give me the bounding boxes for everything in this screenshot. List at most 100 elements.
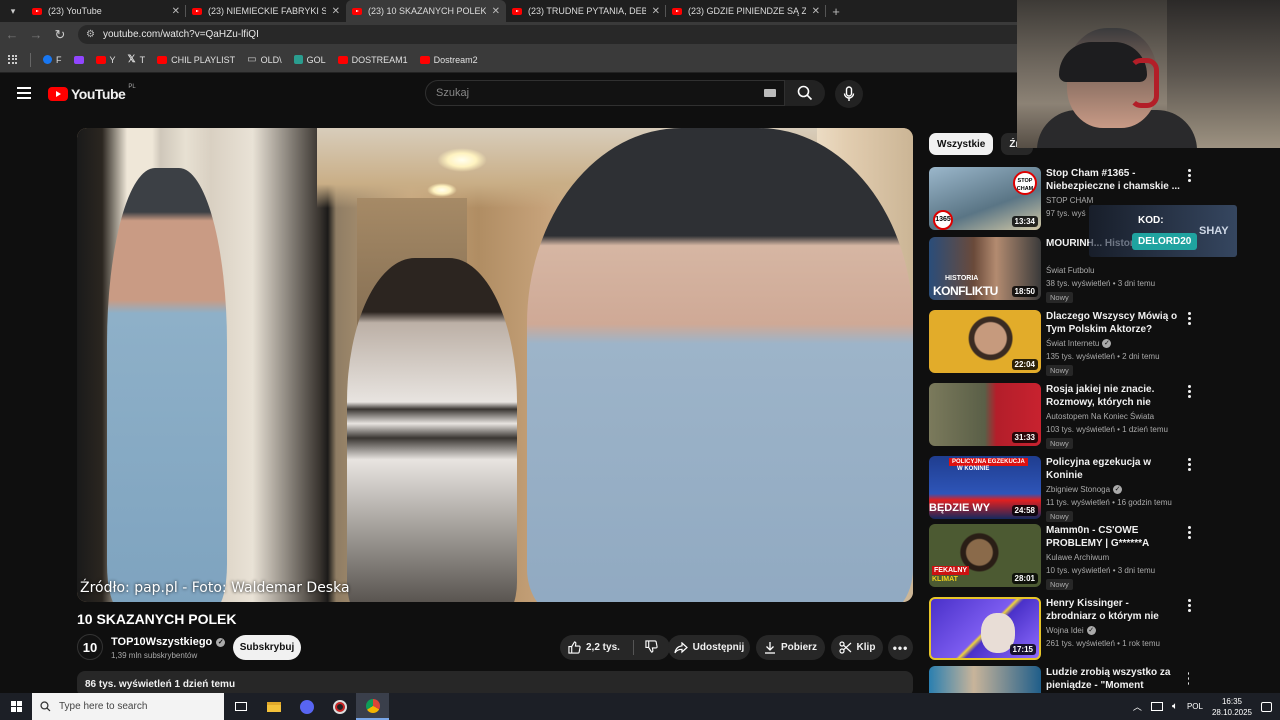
video-thumbnail[interactable] (929, 666, 1041, 693)
video-thumbnail[interactable]: 17:15 (929, 597, 1041, 660)
like-dislike-group: 2,2 tys. (560, 635, 670, 660)
recommended-channel[interactable]: STOP CHAM (1046, 196, 1093, 205)
recommended-title[interactable]: Mamm0n - CS'OWE PROBLEMY | G******A GIER… (1046, 524, 1181, 550)
bookmark-dostream1[interactable]: DOSTREAM1 (337, 55, 408, 65)
video-thumbnail[interactable]: POLICYJNA EGZEKUCJA W KONINIE BĘDZIE WY … (929, 456, 1041, 519)
recommended-video[interactable]: 31:33 Rosja jakiej nie znacie. Rozmowy, … (929, 383, 1191, 449)
more-vertical-icon[interactable] (1187, 169, 1191, 184)
share-button[interactable]: Udostępnij (668, 635, 750, 660)
notifications-icon[interactable] (1261, 701, 1272, 712)
close-tab-icon[interactable]: ✕ (812, 6, 820, 17)
site-settings-icon[interactable]: ⚙ (86, 29, 95, 40)
more-vertical-icon[interactable] (1187, 458, 1191, 473)
forward-arrow-icon[interactable]: → (24, 27, 48, 42)
channel-avatar[interactable]: 10 (77, 634, 103, 660)
chip-all[interactable]: Wszystkie (929, 133, 994, 155)
download-button[interactable]: Pobierz (756, 635, 825, 660)
download-icon (764, 642, 775, 654)
recommended-title[interactable]: Stop Cham #1365 - Niebezpieczne i chamsk… (1046, 167, 1181, 193)
clip-button[interactable]: Klip (831, 635, 883, 660)
network-icon[interactable] (1150, 702, 1163, 711)
video-thumbnail[interactable]: 1365 STOP CHAM 13:34 (929, 167, 1041, 230)
search-input[interactable]: Szukaj (425, 80, 785, 106)
file-explorer-icon[interactable] (257, 693, 290, 720)
back-arrow-icon[interactable]: ← (0, 27, 24, 42)
sponsor-logo: SHAY (1199, 225, 1229, 237)
recommended-channel[interactable]: Świat Futbolu (1046, 266, 1094, 275)
browser-tab-active[interactable]: (23) 10 SKAZANYCH POLEK - Yo ✕ (346, 0, 506, 22)
more-vertical-icon[interactable] (1187, 672, 1189, 687)
bookmark-twitch[interactable] (73, 55, 84, 64)
video-thumbnail[interactable]: 22:04 (929, 310, 1041, 373)
more-actions-button[interactable]: ••• (888, 635, 913, 660)
tab-search-icon[interactable]: ▾ (0, 0, 26, 22)
discord-icon[interactable] (290, 693, 323, 720)
new-badge: Nowy (1046, 365, 1073, 376)
recommended-title[interactable]: Policyjna egzekucja w Koninie (1046, 456, 1181, 482)
browser-tab[interactable]: (23) GDZIE PINIENDZE SĄ ZA L ✕ (666, 0, 826, 22)
verified-check-icon: ✓ (1102, 339, 1112, 348)
like-button[interactable]: 2,2 tys. (568, 641, 620, 654)
channel-name[interactable]: TOP10Wszystkiego ✓ (111, 636, 226, 648)
youtube-logo[interactable]: YouTube PL (48, 84, 136, 102)
volume-icon[interactable]: 🔈︎ (1172, 701, 1178, 712)
browser-tab[interactable]: (23) YouTube ✕ (26, 0, 186, 22)
recommended-video[interactable]: Ludzie zrobią wszystko za pieniądze - "M… (929, 666, 1189, 693)
recommended-channel[interactable]: Wojna Idei ✓ (1046, 626, 1096, 635)
close-tab-icon[interactable]: ✕ (652, 6, 660, 17)
recommended-video[interactable]: 17:15 Henry Kissinger - zbrodniarz o któ… (929, 597, 1191, 663)
browser-tab[interactable]: (23) TRUDNE PYTANIA, DEBIUT ✕ (506, 0, 666, 22)
recommended-title[interactable]: Dlaczego Wszyscy Mówią o Tym Polskim Akt… (1046, 310, 1181, 336)
youtube-favicon-icon (32, 7, 42, 15)
bookmark-youtube[interactable]: Y (95, 55, 116, 65)
reload-icon[interactable]: ↻ (48, 27, 72, 43)
bookmark-folder-old[interactable]: ▭ OLD\ (247, 54, 281, 65)
apps-grid-icon[interactable] (8, 54, 18, 65)
recommended-video[interactable]: POLICYJNA EGZEKUCJA W KONINIE BĘDZIE WY … (929, 456, 1191, 522)
recommended-channel[interactable]: Zbigniew Stonoga ✓ (1046, 485, 1123, 494)
video-thumbnail[interactable]: HISTORIA KONFLIKTU 18:50 (929, 237, 1041, 300)
video-player[interactable]: Źródło: pap.pl - Foto: Waldemar Deska (77, 128, 913, 602)
bookmark-x[interactable]: 𝕏T (128, 54, 146, 65)
bookmark-gol[interactable]: GOL (293, 55, 326, 65)
recommended-channel[interactable]: Autostopem Na Koniec Świata (1046, 412, 1154, 421)
recommended-video[interactable]: FEKALNY KLIMAT 28:01 Mamm0n - CS'OWE PRO… (929, 524, 1191, 590)
more-vertical-icon[interactable] (1187, 526, 1191, 541)
bookmark-chil-playlist[interactable]: CHIL PLAYLIST (157, 55, 235, 65)
bookmark-facebook[interactable]: F (43, 55, 62, 65)
language-indicator[interactable]: POL (1187, 702, 1203, 711)
more-vertical-icon[interactable] (1187, 599, 1191, 614)
clock[interactable]: 16:35 28.10.2025 (1212, 696, 1252, 718)
microphone-icon (843, 86, 855, 101)
new-tab-plus-icon[interactable]: + (826, 0, 846, 22)
guard-right (527, 128, 913, 602)
recommended-title[interactable]: Ludzie zrobią wszystko za pieniądze - "M… (1046, 666, 1181, 692)
taskbar-search-box[interactable]: Type here to search (32, 693, 224, 720)
recommended-channel[interactable]: Kulawe Archiwum (1046, 553, 1109, 562)
more-vertical-icon[interactable] (1187, 312, 1191, 327)
obs-icon[interactable] (323, 693, 356, 720)
start-button[interactable] (0, 701, 32, 712)
menu-hamburger-icon[interactable] (17, 87, 31, 99)
recommended-video[interactable]: 22:04 Dlaczego Wszyscy Mówią o Tym Polsk… (929, 310, 1191, 376)
close-tab-icon[interactable]: ✕ (332, 6, 340, 17)
subscribe-button[interactable]: Subskrybuj (233, 635, 301, 660)
close-tab-icon[interactable]: ✕ (492, 6, 500, 17)
voice-search-button[interactable] (835, 80, 863, 108)
close-tab-icon[interactable]: ✕ (172, 6, 180, 17)
browser-tab[interactable]: (23) NIEMIECKIE FABRYKI STAN ✕ (186, 0, 346, 22)
recommended-title[interactable]: Henry Kissinger - zbrodniarz o którym ni… (1046, 597, 1181, 623)
dislike-button[interactable] (645, 639, 658, 656)
bookmark-dostream2[interactable]: Dostream2 (419, 55, 478, 65)
keyboard-icon[interactable] (764, 89, 776, 97)
video-thumbnail[interactable]: 31:33 (929, 383, 1041, 446)
person-plaid (347, 258, 517, 602)
recommended-channel[interactable]: Świat Internetu ✓ (1046, 339, 1112, 348)
chevron-up-icon[interactable]: ︿ (1133, 700, 1142, 713)
search-button[interactable] (785, 80, 825, 106)
more-vertical-icon[interactable] (1187, 385, 1191, 400)
video-thumbnail[interactable]: FEKALNY KLIMAT 28:01 (929, 524, 1041, 587)
recommended-title[interactable]: Rosja jakiej nie znacie. Rozmowy, któryc… (1046, 383, 1181, 409)
task-view-icon[interactable] (224, 693, 257, 720)
chrome-icon[interactable] (356, 693, 389, 720)
